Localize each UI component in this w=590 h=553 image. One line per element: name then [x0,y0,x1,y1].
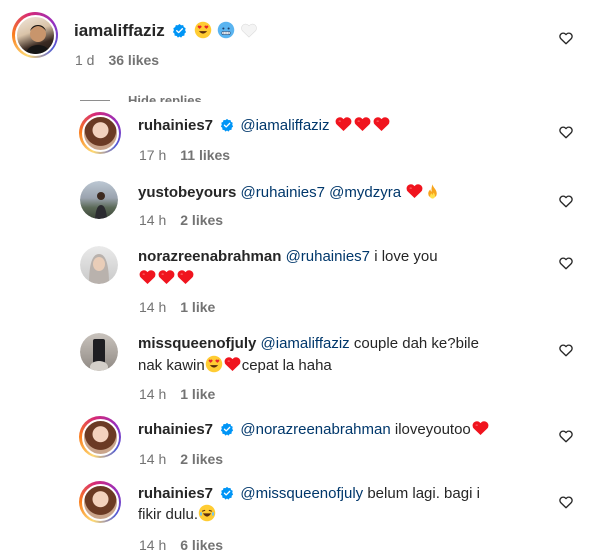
reply-username[interactable]: ruhainies7 [138,117,213,134]
top-comment: iamaliffaziz 1 d 36 likes [0,0,590,80]
mention-link[interactable]: @missqueenofjuly [240,485,363,502]
red-heart-emoji [471,418,490,437]
reply-text: i love you [374,248,438,265]
like-heart-icon[interactable] [558,30,574,46]
verified-badge-icon [220,486,234,500]
reply-username[interactable]: missqueenofjuly [138,335,256,352]
avatar-photo [24,24,51,54]
divider-line [80,100,110,101]
reply-likes[interactable]: 1 like [180,386,215,402]
like-heart-icon[interactable] [558,124,574,140]
heart-eyes-emoji [205,355,223,373]
red-heart-emoji [334,114,353,133]
like-heart-icon[interactable] [558,193,574,209]
reply-username[interactable]: ruhainies7 [138,421,213,438]
mention-link[interactable]: @norazreenabrahman [240,421,390,438]
red-heart-emoji [353,114,372,133]
laughing-tears-emoji [198,504,216,522]
avatar[interactable] [79,112,121,154]
red-heart-emoji [176,267,195,286]
avatar-photo [95,192,107,219]
comment-username[interactable]: iamaliffaziz [74,21,165,40]
reply-text-end: cepat la haha [241,357,332,374]
hide-replies-label: Hide replies [128,93,202,102]
heart-eyes-emoji [194,21,212,39]
mention-link[interactable]: @ruhainies7 @mydzyra [241,184,402,201]
like-heart-icon[interactable] [558,428,574,444]
reply: ruhainies7 @iamaliffaziz 17 h 11 likes [0,108,590,168]
reply-text-continued: fikir dulu. [138,506,199,523]
avatar-photo [89,254,109,284]
reply-likes[interactable]: 2 likes [180,212,223,228]
reply-username[interactable]: yustobeyours [138,184,236,201]
mention-link[interactable]: @iamaliffaziz [261,335,350,352]
cold-face-emoji [217,21,235,39]
reply: missqueenofjuly @iamaliffaziz couple dah… [0,325,590,405]
reply: ruhainies7 @missqueenofjuly belum lagi. … [0,477,590,553]
avatar-photo [90,339,108,371]
reply-time: 14 h [139,386,167,402]
avatar[interactable] [12,12,58,58]
mention-link[interactable]: @ruhainies7 [286,248,370,265]
reply-time: 14 h [139,212,167,228]
reply: yustobeyours @ruhainies7 @mydzyra 14 h 2 … [0,173,590,233]
comment-likes[interactable]: 36 likes [108,52,159,68]
red-heart-emoji [405,181,424,200]
verified-badge-icon [172,23,187,38]
red-heart-emoji [372,114,391,133]
like-heart-icon[interactable] [558,342,574,358]
reply-time: 14 h [139,299,167,315]
avatar[interactable] [80,333,118,371]
reply-text: belum lagi. bagi i [367,485,480,502]
comment-time: 1 d [75,52,95,68]
reply: ruhainies7 @norazreenabrahman iloveyouto… [0,412,590,472]
reply-text-continued: nak kawin [138,357,205,374]
reply: norazreenabrahman @ruhainies7 i love you… [0,238,590,318]
red-heart-emoji [157,267,176,286]
like-heart-icon[interactable] [558,255,574,271]
red-heart-emoji [138,267,157,286]
reply-text: iloveyoutoo [394,421,471,438]
reply-username[interactable]: ruhainies7 [138,485,213,502]
reply-time: 17 h [139,147,167,163]
reply-likes[interactable]: 2 likes [180,451,223,467]
reply-time: 14 h [139,451,167,467]
avatar[interactable] [80,181,118,219]
verified-badge-icon [220,422,234,436]
red-heart-emoji [223,354,242,373]
like-heart-icon[interactable] [558,494,574,510]
fire-emoji [424,183,441,200]
verified-badge-icon [220,118,234,132]
avatar[interactable] [80,246,118,284]
avatar[interactable] [79,481,121,523]
hide-replies-button[interactable]: Hide replies [80,90,280,102]
reply-text: couple dah ke?bile [353,335,479,352]
white-heart-emoji [240,21,258,39]
reply-likes[interactable]: 1 like [180,299,215,315]
reply-username[interactable]: norazreenabrahman [138,248,281,265]
avatar[interactable] [79,416,121,458]
mention-link[interactable]: @iamaliffaziz [240,117,329,134]
reply-likes[interactable]: 11 likes [180,147,230,163]
